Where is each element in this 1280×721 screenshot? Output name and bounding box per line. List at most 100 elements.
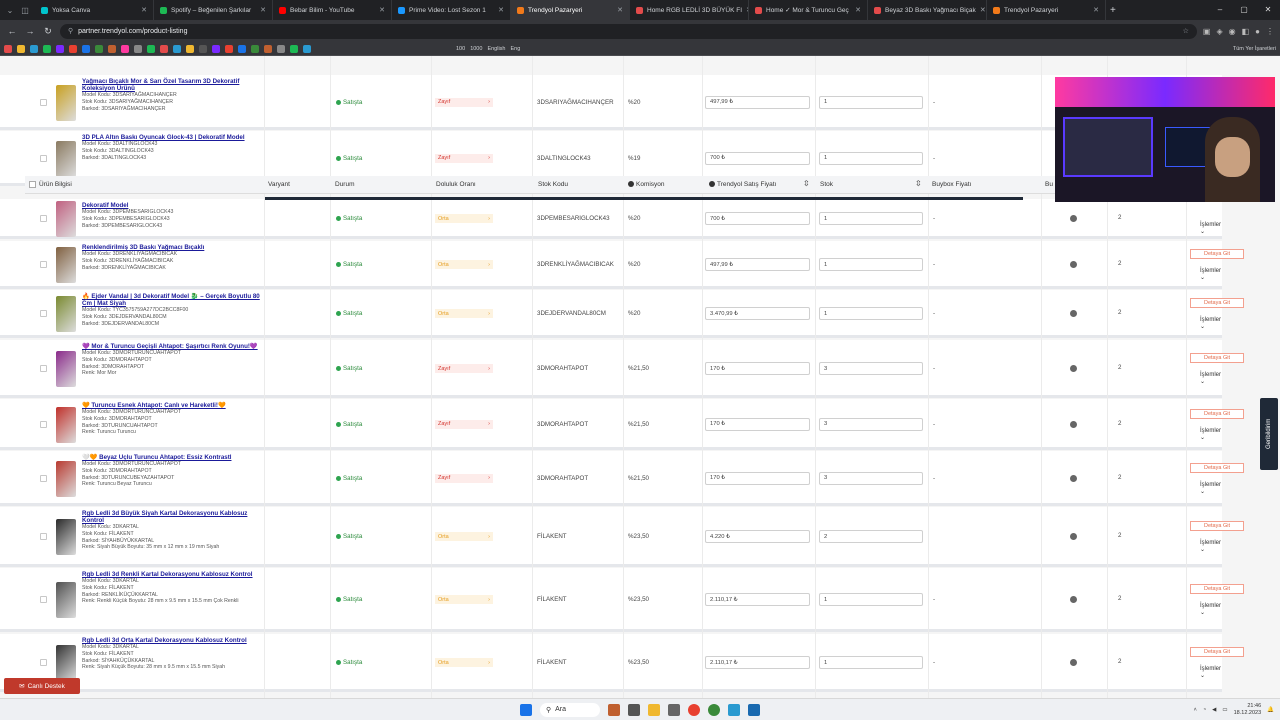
stock-input[interactable]: 3	[819, 471, 923, 485]
row-checkbox[interactable]	[40, 533, 47, 540]
clock[interactable]: 21:46 18.12.2023	[1234, 703, 1262, 717]
network-icon[interactable]: ◔	[1203, 707, 1206, 713]
chevron-up-icon[interactable]: ˄	[1194, 707, 1197, 713]
gear-icon[interactable]	[1070, 310, 1077, 317]
product-thumbnail[interactable]	[56, 201, 76, 237]
bookmark-icon[interactable]	[30, 44, 38, 53]
bookmark-icon[interactable]	[43, 44, 51, 53]
go-to-detail-button[interactable]: Detaya Git	[1190, 353, 1244, 363]
browser-tab[interactable]: Trendyol Pazaryeri ✕	[511, 0, 630, 20]
all-bookmarks[interactable]: Tüm Yer İşaretleri	[1233, 46, 1276, 52]
row-checkbox[interactable]	[40, 365, 47, 372]
menu-icon[interactable]: ⋮	[1266, 27, 1274, 36]
back-icon[interactable]: ←	[6, 26, 18, 36]
row-checkbox[interactable]	[40, 154, 47, 162]
product-title-link[interactable]: 🔥 Ejder Vandal | 3d Dekoratif Model 🐉 – …	[82, 293, 262, 307]
live-support-button[interactable]: ✉ Canlı Destek	[4, 678, 80, 694]
bookmark-icon[interactable]	[134, 44, 142, 53]
site-info-icon[interactable]: ⚲	[68, 27, 73, 35]
bookmark-icon[interactable]	[238, 44, 246, 53]
product-title-link[interactable]: Dekoratif Model	[82, 202, 262, 209]
bookmark-icon[interactable]	[69, 44, 77, 53]
bookmark-icon[interactable]	[199, 44, 207, 53]
bookmark-icon[interactable]	[121, 44, 129, 53]
browser-tab[interactable]: Home ✓ Mor & Turuncu Geç ✕	[749, 0, 868, 20]
close-tab-icon[interactable]: ✕	[379, 6, 385, 14]
row-checkbox[interactable]	[40, 420, 47, 428]
reload-icon[interactable]: ↻	[42, 26, 54, 37]
row-checkbox[interactable]	[40, 659, 47, 666]
actions-dropdown[interactable]: İşlemler ⌄	[1200, 268, 1222, 281]
bookmark-text[interactable]: 1000	[470, 46, 482, 52]
fill-rate-badge[interactable]: Orta ›	[435, 532, 493, 541]
bookmark-icon[interactable]	[56, 44, 64, 53]
bookmark-icon[interactable]	[186, 44, 194, 53]
gear-icon[interactable]	[1070, 596, 1077, 603]
stock-input[interactable]: 3	[819, 362, 923, 375]
price-input[interactable]: 3.470,99 ₺	[705, 307, 810, 320]
gear-icon[interactable]	[1070, 215, 1077, 222]
price-input[interactable]: 2.110,17 ₺	[705, 593, 810, 606]
close-tab-icon[interactable]: ✕	[1093, 6, 1099, 14]
sort-stock-icon[interactable]: ⇳	[915, 179, 922, 188]
bookmark-icon[interactable]	[147, 44, 155, 53]
product-title-link[interactable]: Rgb Ledli 3d Orta Kartal Dekorasyonu Kab…	[82, 637, 262, 644]
bookmark-icon[interactable]	[225, 44, 233, 53]
product-title-link[interactable]: Renklendirilmiş 3D Baskı Yağmacı Bıçaklı	[82, 244, 262, 251]
product-thumbnail[interactable]	[56, 140, 76, 177]
actions-dropdown[interactable]: İşlemler ⌄	[1200, 222, 1222, 235]
fill-rate-badge[interactable]: Zayıf ›	[435, 97, 493, 107]
bookmark-star-icon[interactable]: ☆	[1183, 27, 1189, 35]
bookmark-icon[interactable]	[212, 44, 220, 53]
product-thumbnail[interactable]	[56, 460, 76, 497]
gear-icon[interactable]	[1070, 533, 1077, 540]
close-tab-icon[interactable]: ✕	[855, 6, 861, 14]
bookmark-icon[interactable]	[303, 44, 311, 53]
app-icon[interactable]	[728, 703, 740, 716]
bookmark-icon[interactable]	[17, 44, 25, 53]
sort-price-icon[interactable]: ⇳	[803, 179, 810, 188]
gear-icon[interactable]	[1070, 659, 1077, 666]
bookmark-text[interactable]: English	[487, 46, 505, 52]
actions-dropdown[interactable]: İşlemler ⌄	[1200, 603, 1222, 616]
go-to-detail-button[interactable]: Detaya Git	[1190, 462, 1244, 473]
price-input[interactable]: 497,99 ₺	[705, 258, 810, 271]
browser-tab[interactable]: Bebar Bilim - YouTube ✕	[273, 0, 392, 20]
price-input[interactable]: 2.110,17 ₺	[705, 656, 810, 669]
product-title-link[interactable]: 🧡 Turuncu Esnek Ahtapot: Canlı ve Hareke…	[82, 402, 262, 409]
profile-icon[interactable]: ●	[1255, 27, 1260, 36]
actions-dropdown[interactable]: İşlemler ⌄	[1200, 428, 1222, 441]
row-checkbox[interactable]	[40, 261, 47, 268]
info-icon[interactable]	[628, 181, 634, 187]
bookmark-icon[interactable]	[4, 44, 12, 53]
bookmark-icon[interactable]	[277, 44, 285, 53]
gear-icon[interactable]	[1070, 420, 1077, 428]
extension-icon[interactable]: ▣	[1203, 27, 1211, 36]
go-to-detail-button[interactable]: Detaya Git	[1190, 584, 1244, 594]
stock-input[interactable]: 1	[819, 258, 923, 271]
notification-icon[interactable]: 🔔	[1267, 707, 1274, 713]
product-title-link[interactable]: Rgb Ledli 3d Renkli Kartal Dekorasyonu K…	[82, 571, 262, 578]
stock-input[interactable]: 1	[819, 95, 923, 109]
product-thumbnail[interactable]	[56, 406, 76, 443]
product-title-link[interactable]: 3D PLA Altın Baskı Oyuncak Glock-43 | De…	[82, 134, 262, 141]
product-thumbnail[interactable]	[56, 247, 76, 283]
app-icon[interactable]	[608, 703, 620, 716]
stock-input[interactable]: 1	[819, 212, 923, 225]
product-thumbnail[interactable]	[56, 582, 76, 618]
extension-icon[interactable]: ◉	[1229, 27, 1236, 36]
browser-tab[interactable]: Yoksa Canva ✕	[35, 0, 154, 20]
product-thumbnail[interactable]	[56, 296, 76, 332]
stock-input[interactable]: 1	[819, 593, 923, 606]
bookmark-icon[interactable]	[95, 44, 103, 53]
price-input[interactable]: 700 ₺	[705, 151, 810, 165]
bookmark-text[interactable]: Eng	[510, 46, 520, 52]
close-tab-icon[interactable]: ✕	[617, 6, 623, 14]
forward-icon[interactable]: →	[24, 26, 36, 36]
go-to-detail-button[interactable]: Detaya Git	[1190, 298, 1244, 308]
browser-tab[interactable]: Home RGB LEDLİ 3D BÜYÜK FI✕	[630, 0, 749, 20]
task-view-icon[interactable]	[628, 703, 640, 716]
stock-input[interactable]: 2	[819, 530, 923, 543]
select-all-checkbox[interactable]	[29, 181, 36, 188]
product-thumbnail[interactable]	[56, 519, 76, 555]
